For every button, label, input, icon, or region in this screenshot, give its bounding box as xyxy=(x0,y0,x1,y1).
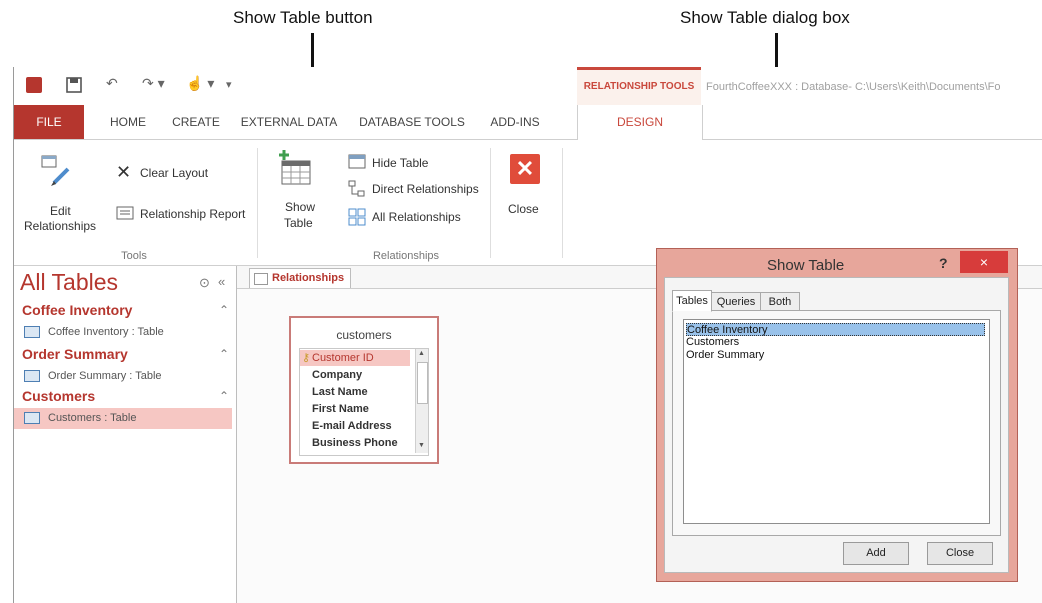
table-icon xyxy=(24,370,40,383)
field-list-scrollbar[interactable]: ▲ ▼ xyxy=(415,349,428,453)
field-company[interactable]: Company xyxy=(300,367,410,383)
dialog-title: Show Table xyxy=(767,257,845,274)
nav-title[interactable]: All Tables xyxy=(20,269,118,296)
list-item-coffee-inventory[interactable]: Coffee Inventory xyxy=(686,323,985,336)
touch-mode-icon[interactable]: ☝ ▾ xyxy=(186,75,214,92)
close-relationships-icon[interactable]: ✕ xyxy=(510,154,540,184)
tab-design[interactable]: DESIGN xyxy=(577,105,703,140)
relationship-report-button[interactable]: Relationship Report xyxy=(140,207,245,221)
relationship-report-icon[interactable] xyxy=(116,206,134,220)
tab-add-ins[interactable]: ADD-INS xyxy=(480,105,550,139)
nav-group-order-summary[interactable]: Order Summary xyxy=(22,346,128,362)
navigation-pane: All Tables ⊙ « Coffee Inventory ⌃ Coffee… xyxy=(14,266,237,603)
tab-both[interactable]: Both xyxy=(760,292,800,312)
all-relationships-button[interactable]: All Relationships xyxy=(372,210,461,224)
access-app-icon[interactable] xyxy=(26,77,42,93)
all-relationships-icon[interactable] xyxy=(348,208,366,226)
nav-item-order-summary[interactable]: Order Summary : Table xyxy=(24,366,162,386)
group-separator xyxy=(490,148,491,258)
table-icon xyxy=(24,412,40,425)
tab-home[interactable]: HOME xyxy=(98,105,158,139)
table-icon xyxy=(24,326,40,339)
nav-menu-icon[interactable]: ⊙ xyxy=(199,275,210,291)
callout-show-table-button: Show Table button xyxy=(233,8,373,27)
collapse-icon[interactable]: ⌃ xyxy=(219,303,229,317)
show-table-label-2[interactable]: Table xyxy=(284,216,313,230)
group-separator xyxy=(257,148,258,258)
show-table-label-1[interactable]: Show xyxy=(285,200,315,214)
hide-table-icon[interactable] xyxy=(348,154,366,169)
tab-relationships[interactable]: Relationships xyxy=(249,268,351,289)
quick-access-toolbar: ↶ ↷ ▾ ☝ ▾ ▾ RELATIONSHIP TOOLS FourthCof… xyxy=(14,67,1042,109)
save-icon[interactable] xyxy=(66,77,82,93)
tab-database-tools[interactable]: DATABASE TOOLS xyxy=(352,105,472,139)
field-customer-id[interactable]: ⚷ Customer ID xyxy=(300,350,410,366)
clear-layout-button[interactable]: Clear Layout xyxy=(140,166,208,180)
table-list[interactable]: Coffee Inventory Customers Order Summary xyxy=(683,319,990,524)
tab-queries[interactable]: Queries xyxy=(711,292,761,312)
scroll-down-icon[interactable]: ▼ xyxy=(418,442,425,449)
shutter-bar-icon[interactable]: « xyxy=(218,274,225,289)
close-button[interactable]: Close xyxy=(927,542,993,565)
ribbon-tabs: FILE HOME CREATE EXTERNAL DATA DATABASE … xyxy=(14,105,1042,140)
relationships-group-label: Relationships xyxy=(372,250,440,262)
window-title: FourthCoffeeXXX : Database- C:\Users\Kei… xyxy=(706,81,1001,93)
redo-icon[interactable]: ↷ ▾ xyxy=(142,75,165,92)
field-email-address[interactable]: E-mail Address xyxy=(300,418,410,434)
context-label: RELATIONSHIP TOOLS xyxy=(583,81,695,92)
list-item-customers[interactable]: Customers xyxy=(686,336,739,349)
tables-panel: Coffee Inventory Customers Order Summary xyxy=(672,310,1001,536)
list-item-order-summary[interactable]: Order Summary xyxy=(686,349,764,362)
add-button[interactable]: Add xyxy=(843,542,909,565)
edit-relationships-icon[interactable] xyxy=(40,153,74,187)
dialog-body: Tables Queries Both Coffee Inventory Cus… xyxy=(664,277,1009,573)
nav-item-customers[interactable]: Customers : Table xyxy=(14,408,232,429)
tab-tables[interactable]: Tables xyxy=(672,290,712,312)
collapse-icon[interactable]: ⌃ xyxy=(219,347,229,361)
clear-layout-icon[interactable]: ✕ xyxy=(116,162,131,183)
nav-item-label: Coffee Inventory : Table xyxy=(48,326,164,338)
field-list[interactable]: ⚷ Customer ID Company Last Name First Nam… xyxy=(299,348,429,456)
show-table-dialog[interactable]: Show Table ? × Tables Queries Both Coffe… xyxy=(656,248,1018,582)
hide-table-button[interactable]: Hide Table xyxy=(372,156,428,170)
tools-group-label: Tools xyxy=(121,250,147,262)
table-box-title[interactable]: customers xyxy=(291,328,437,342)
nav-item-coffee-inventory[interactable]: Coffee Inventory : Table xyxy=(24,322,164,342)
relationships-tab-label: Relationships xyxy=(272,272,345,284)
undo-icon[interactable]: ↶ xyxy=(106,75,118,92)
callout-show-table-dialog: Show Table dialog box xyxy=(680,8,850,27)
tab-file[interactable]: FILE xyxy=(14,105,84,139)
direct-relationships-button[interactable]: Direct Relationships xyxy=(372,182,479,196)
tab-external-data[interactable]: EXTERNAL DATA xyxy=(234,105,344,139)
scroll-thumb[interactable] xyxy=(417,362,428,404)
relationships-tab-icon xyxy=(254,273,268,285)
tab-create[interactable]: CREATE xyxy=(164,105,228,139)
close-relationships-button[interactable]: Close xyxy=(508,202,539,216)
relationship-tools-context: RELATIONSHIP TOOLS xyxy=(577,67,701,109)
field-first-name[interactable]: First Name xyxy=(300,401,410,417)
customers-table-box[interactable]: customers ⚷ Customer ID Company Last Name… xyxy=(289,316,439,464)
nav-item-label: Order Summary : Table xyxy=(48,370,162,382)
direct-relationships-icon[interactable] xyxy=(348,180,366,198)
edit-relationships-label-2[interactable]: Relationships xyxy=(24,219,96,233)
dialog-close-icon[interactable]: × xyxy=(960,251,1008,273)
customize-qat-icon[interactable]: ▾ xyxy=(226,78,232,91)
nav-group-coffee-inventory[interactable]: Coffee Inventory xyxy=(22,302,132,318)
field-label: Customer ID xyxy=(312,352,374,364)
group-separator xyxy=(562,148,563,258)
field-business-phone[interactable]: Business Phone xyxy=(300,435,410,451)
help-icon[interactable]: ? xyxy=(939,255,948,271)
nav-group-customers[interactable]: Customers xyxy=(22,388,95,404)
collapse-icon[interactable]: ⌃ xyxy=(219,389,229,403)
show-table-icon[interactable] xyxy=(276,148,312,186)
primary-key-icon: ⚷ xyxy=(302,352,311,364)
nav-item-label: Customers : Table xyxy=(48,412,137,424)
field-last-name[interactable]: Last Name xyxy=(300,384,410,400)
scroll-up-icon[interactable]: ▲ xyxy=(418,350,425,357)
edit-relationships-label-1[interactable]: Edit xyxy=(50,204,71,218)
